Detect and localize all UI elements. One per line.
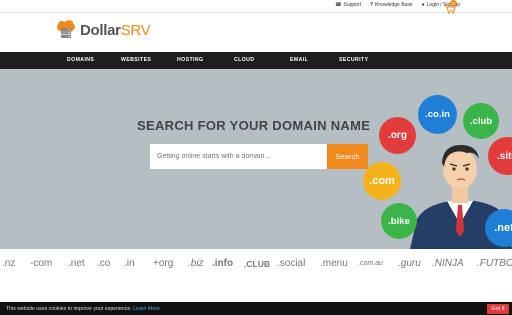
got-it-button[interactable]: Got It (487, 304, 509, 314)
bubble-club: .club (463, 103, 499, 139)
bubble-net-label: .net (494, 222, 512, 234)
hero-section: SEARCH FOR YOUR DOMAIN NAME Search .co.i… (0, 69, 512, 249)
logo[interactable]: DollarSRV (55, 20, 151, 40)
question-icon: ? (370, 2, 374, 8)
tld-logo: .com.au (358, 260, 383, 267)
bubble-co-in: .co.in (418, 95, 457, 134)
logo-srv: SRV (120, 21, 151, 39)
nav-hosting[interactable]: HOSTING (177, 57, 203, 63)
tld-logo: .NINJA (432, 258, 464, 269)
tld-logo: .info (212, 258, 234, 269)
tld-logo: -com (30, 258, 53, 269)
bubble-bike: .bike (381, 203, 417, 239)
nav-websites[interactable]: WEBSITES (121, 57, 151, 63)
tld-logo: .co (97, 258, 111, 269)
bubble-com-label: .com (369, 175, 395, 187)
tld-logo: .net (68, 258, 85, 269)
nav-domains[interactable]: DOMAINS (67, 57, 94, 63)
tld-logo: .biz (188, 258, 204, 269)
bubble-club-label: .club (469, 115, 493, 127)
server-cloud-icon (57, 20, 75, 38)
cart-count-badge: 0 (450, 0, 457, 7)
tld-logo: .guru (398, 258, 421, 269)
tld-logo: .CLUB (244, 259, 270, 269)
support-link[interactable]: ☎ Support (335, 2, 361, 8)
learn-more-link[interactable]: Learn More (133, 306, 160, 312)
bubble-com: .com (363, 162, 401, 200)
tld-logo: +org (153, 258, 174, 269)
tld-logo: .menu (320, 258, 348, 269)
search-button[interactable]: Search (327, 144, 368, 169)
support-label: Support (343, 2, 362, 8)
user-icon: ● (421, 2, 425, 8)
cookie-text: This website uses cookies to improve you… (6, 306, 132, 312)
headset-icon: ☎ (335, 2, 342, 8)
cookie-message: This website uses cookies to improve you… (6, 306, 160, 312)
bubble-org: .org (379, 117, 416, 154)
bubble-site-label: .site (496, 150, 512, 162)
tld-logo: .social (277, 258, 306, 269)
tld-logo: .nz (2, 258, 16, 269)
logo-text: DollarSRV (80, 21, 151, 39)
nav-security[interactable]: SECURITY (339, 57, 368, 63)
bubble-co-in-label: .co.in (425, 109, 450, 120)
tld-logo: .FUTBOL (477, 258, 512, 269)
nav-email[interactable]: EMAIL (290, 57, 308, 63)
content-spacer (0, 279, 512, 302)
hero-title: SEARCH FOR YOUR DOMAIN NAME (137, 118, 371, 133)
nav-cloud[interactable]: CLOUD (234, 57, 254, 63)
knowledge-base-link[interactable]: ? Knowledge Base (370, 2, 413, 8)
domain-search-input[interactable] (150, 144, 327, 169)
top-links: ☎ Support ? Knowledge Base ● Login / Sig… (335, 2, 460, 8)
bubble-org-label: .org (388, 130, 407, 141)
page: ☎ Support ? Knowledge Base ● Login / Sig… (0, 0, 512, 315)
tld-strip: .nz -com .net .co .in +org .biz .info .C… (0, 249, 512, 279)
tld-logo: .in (124, 258, 135, 269)
logo-dollar: Dollar (80, 21, 121, 39)
main-nav: DOMAINS WEBSITES HOSTING CLOUD EMAIL SEC… (0, 52, 512, 69)
bubble-bike-label: .bike (388, 215, 410, 227)
top-utility-bar: ☎ Support ? Knowledge Base ● Login / Sig… (0, 0, 512, 14)
cookie-banner: This website uses cookies to improve you… (0, 302, 512, 315)
knowledge-base-label: Knowledge Base (375, 2, 413, 8)
